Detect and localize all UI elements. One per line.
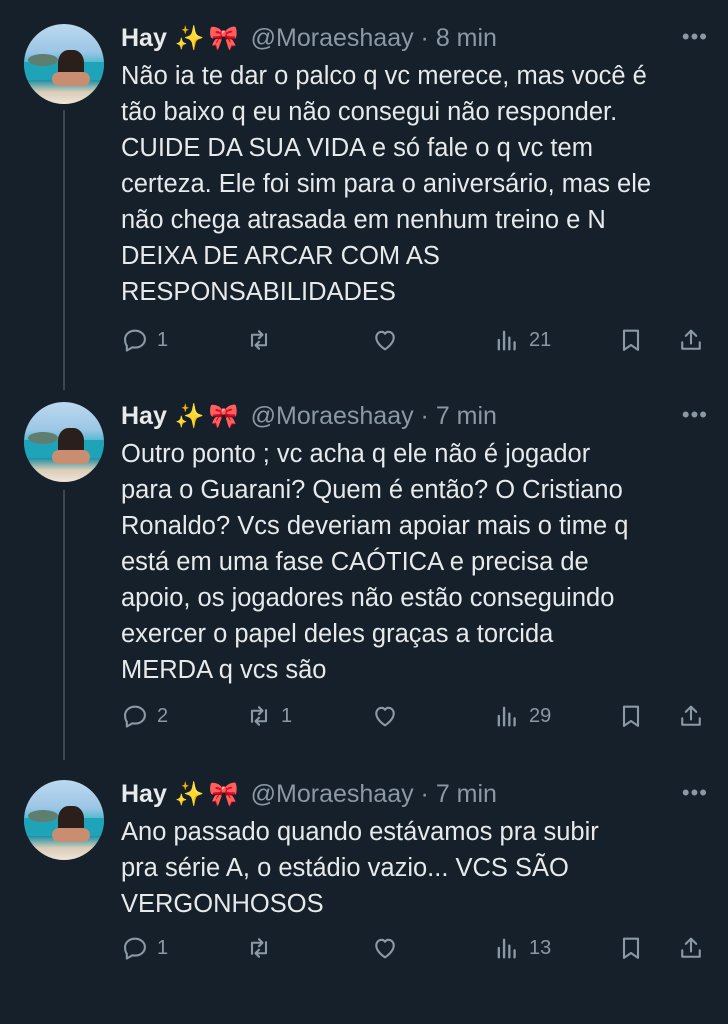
reply-icon [124, 705, 146, 728]
tweet-text-line: CUIDE DA SUA VIDA e só fale o q vc tem [121, 134, 593, 162]
views-icon [497, 330, 516, 351]
tweet-actions: 1 13 [121, 931, 711, 965]
bookmark-icon [622, 329, 640, 351]
share-icon [681, 937, 701, 958]
tweet-text: Outro ponto ; vc acha q ele não é jogado… [121, 436, 711, 688]
views-button[interactable]: 21 [493, 323, 551, 357]
bookmark-button[interactable] [617, 323, 645, 357]
display-name[interactable]: Hay [121, 780, 167, 809]
retweet-count: 1 [281, 704, 293, 727]
tweet-text-line: VERGONHOSOS [121, 890, 324, 918]
tweet-text-line: RESPONSABILIDADES [121, 278, 396, 306]
tweet-text-line: Não ia te dar o palco q vc merece, mas v… [121, 62, 647, 90]
tweet-text: Ano passado quando estávamos pra subir p… [121, 814, 711, 922]
heart-icon [375, 706, 395, 727]
share-button[interactable] [677, 323, 705, 357]
views-count: 13 [529, 936, 552, 959]
tweet-text-line: certeza. Ele foi sim para o aniversário,… [121, 170, 652, 198]
tweet-text-line: tão baixo q eu não consegui não responde… [121, 98, 618, 126]
bookmark-icon [622, 937, 640, 959]
reply-button[interactable]: 1 [121, 323, 168, 357]
tweet-text-line: exercer o papel deles graças a torcida [121, 620, 554, 648]
reply-icon [124, 329, 146, 352]
bookmark-button[interactable] [617, 699, 645, 733]
reply-button[interactable]: 1 [121, 931, 168, 965]
views-icon [497, 938, 516, 959]
retweet-icon [250, 706, 268, 726]
sparkles-emoji: ✨ [174, 780, 205, 808]
tweet-text-line: DEIXA DE ARCAR COM AS [121, 242, 440, 270]
bookmark-icon [622, 705, 640, 727]
avatar[interactable] [24, 402, 104, 482]
tweet-text-line: Outro ponto ; vc acha q ele não é jogado… [121, 440, 591, 468]
avatar[interactable] [24, 780, 104, 860]
sparkles-emoji: ✨ [174, 24, 205, 52]
sparkles-emoji: ✨ [174, 402, 205, 430]
retweet-button[interactable] [245, 323, 281, 357]
share-icon [681, 705, 701, 726]
more-icon[interactable]: ••• [682, 402, 708, 428]
display-name[interactable]: Hay [121, 402, 167, 431]
tweet-header: Hay ✨ 🎀 @Moraeshaay · 7 min ••• [121, 396, 708, 436]
more-icon[interactable]: ••• [682, 24, 708, 50]
like-button[interactable] [371, 931, 407, 965]
heart-icon [375, 330, 395, 351]
tweet-text-line: apoio, os jogadores não estão conseguind… [121, 584, 615, 612]
heart-icon [375, 938, 395, 959]
bookmark-button[interactable] [617, 931, 645, 965]
like-button[interactable] [371, 323, 407, 357]
tweet-header: Hay ✨ 🎀 @Moraeshaay · 8 min ••• [121, 18, 708, 58]
tweet-header: Hay ✨ 🎀 @Moraeshaay · 7 min ••• [121, 774, 708, 814]
share-button[interactable] [677, 931, 705, 965]
tweet-text: Não ia te dar o palco q vc merece, mas v… [121, 58, 711, 310]
share-icon [681, 329, 701, 350]
reply-button[interactable]: 2 [121, 699, 168, 733]
reply-count: 1 [157, 936, 169, 959]
more-icon[interactable]: ••• [682, 780, 708, 806]
handle-and-time[interactable]: @Moraeshaay · 7 min [251, 780, 497, 809]
ribbon-emoji: 🎀 [208, 780, 239, 808]
tweet-text-line: não chega atrasada em nenhum treino e N [121, 206, 606, 234]
ribbon-emoji: 🎀 [208, 24, 239, 52]
display-name[interactable]: Hay [121, 24, 167, 53]
tweet-text-line: está em uma fase CAÓTICA e precisa de [121, 548, 589, 576]
views-count: 21 [529, 328, 552, 351]
tweet-actions: 2 1 29 [121, 699, 711, 733]
share-button[interactable] [677, 699, 705, 733]
thread-line [63, 110, 65, 390]
tweet-text-line: para o Guarani? Quem é então? O Cristian… [121, 476, 623, 504]
retweet-icon [250, 330, 268, 350]
views-icon [497, 706, 516, 727]
thread-line [63, 490, 65, 760]
views-button[interactable]: 29 [493, 699, 551, 733]
tweet-actions: 1 21 [121, 323, 711, 357]
reply-count: 1 [157, 328, 169, 351]
retweet-button[interactable]: 1 [245, 699, 292, 733]
ribbon-emoji: 🎀 [208, 402, 239, 430]
like-button[interactable] [371, 699, 407, 733]
tweet-text-line: MERDA q vcs são [121, 656, 327, 684]
avatar[interactable] [24, 24, 104, 104]
retweet-button[interactable] [245, 931, 281, 965]
views-button[interactable]: 13 [493, 931, 551, 965]
tweet-text-line: Ano passado quando estávamos pra subir [121, 818, 599, 846]
views-count: 29 [529, 704, 552, 727]
reply-icon [124, 937, 146, 960]
tweet-text-line: Ronaldo? Vcs deveriam apoiar mais o time… [121, 512, 629, 540]
handle-and-time[interactable]: @Moraeshaay · 7 min [251, 402, 497, 431]
reply-count: 2 [157, 704, 169, 727]
handle-and-time[interactable]: @Moraeshaay · 8 min [251, 24, 497, 53]
tweet-text-line: pra série A, o estádio vazio... VCS SÃO [121, 854, 569, 882]
retweet-icon [250, 938, 268, 958]
